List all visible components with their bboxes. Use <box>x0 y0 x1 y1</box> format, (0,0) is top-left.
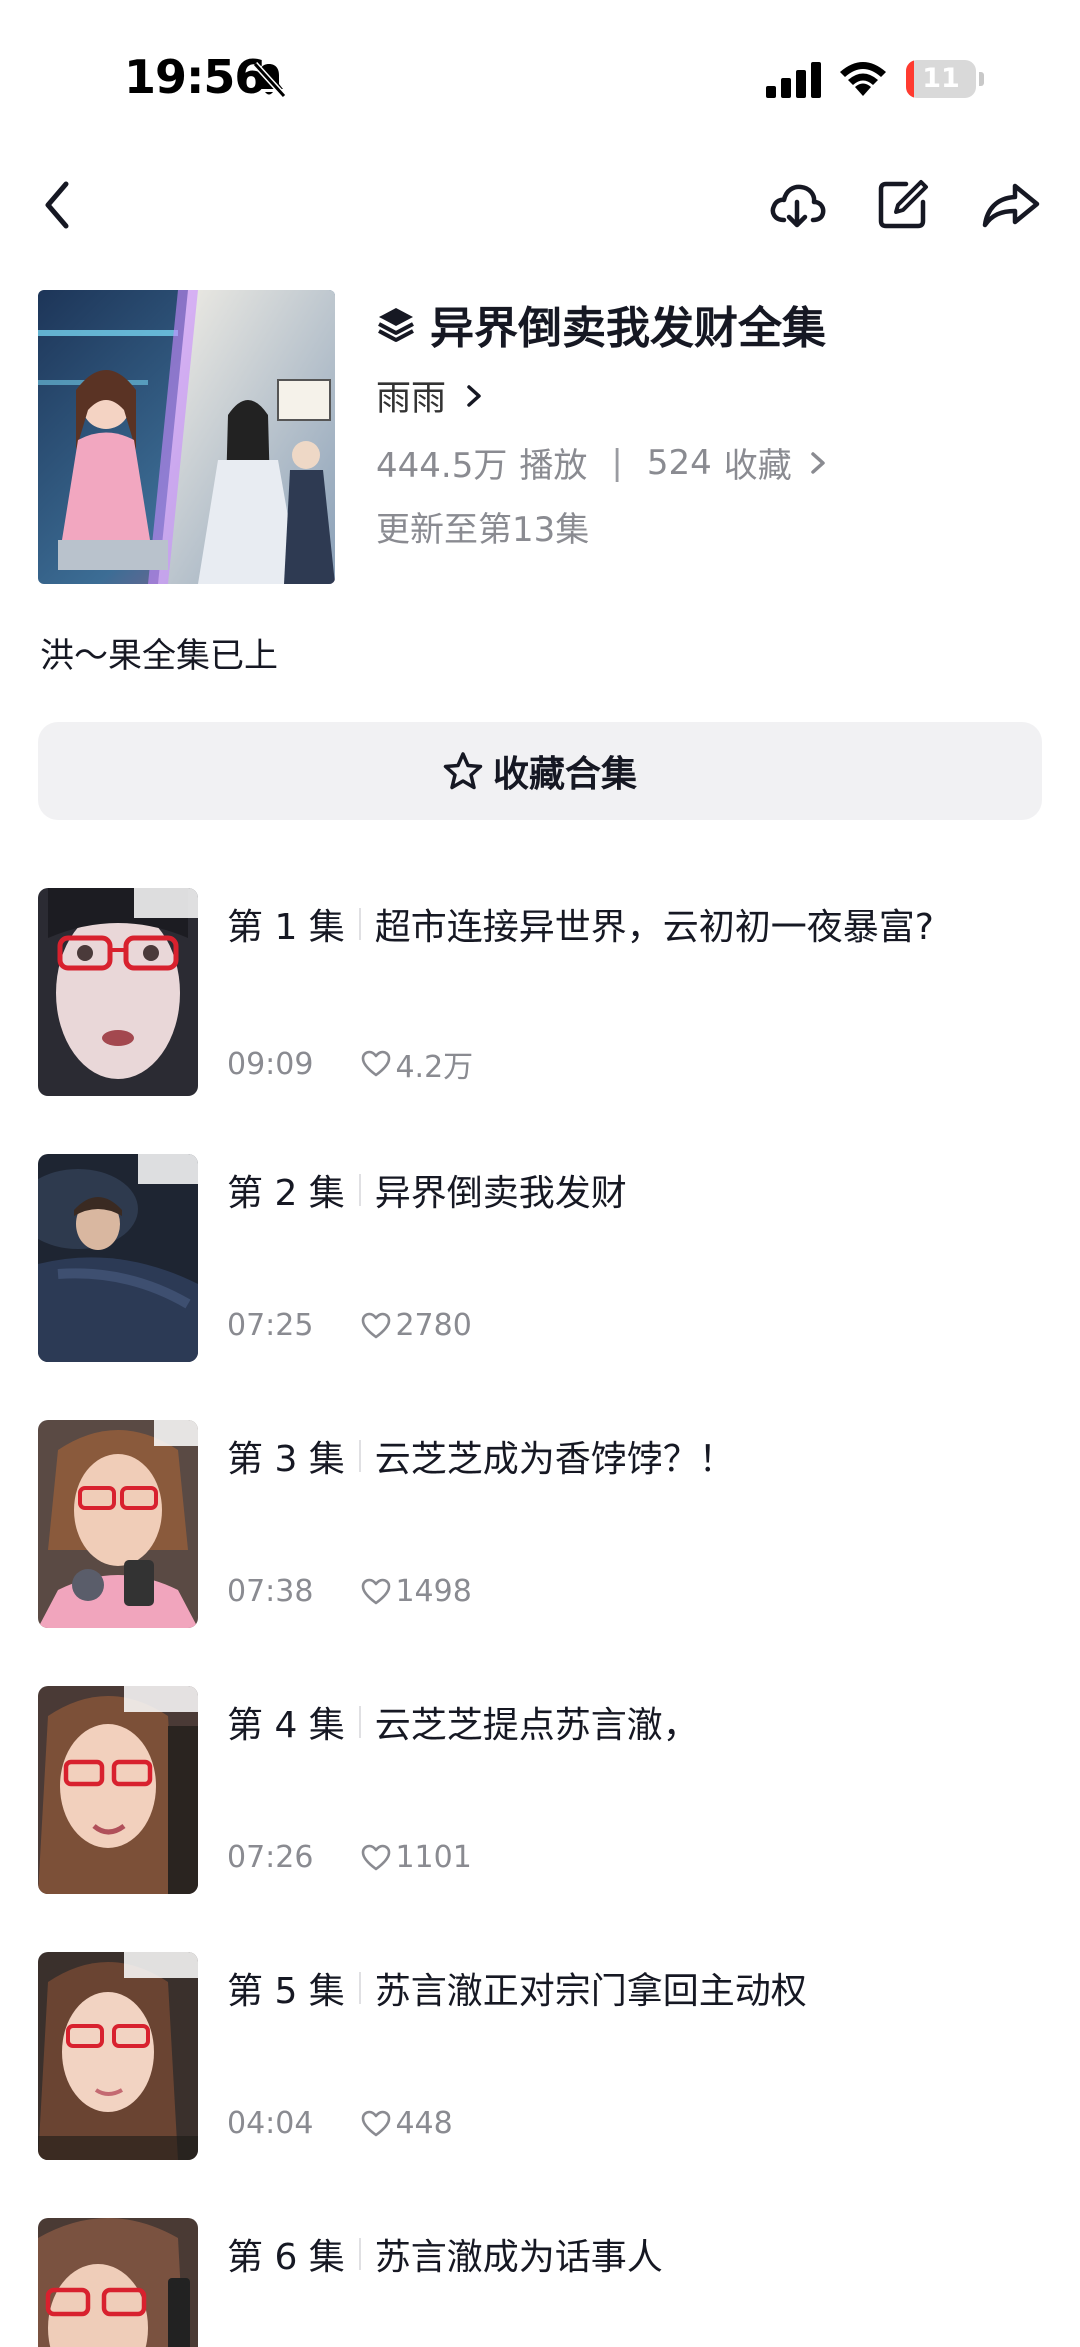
episode-duration: 09:09 <box>227 1046 314 1082</box>
episode-thumbnail <box>38 1952 198 2160</box>
episode-title: 云芝芝提点苏言澈， <box>374 1705 699 1746</box>
episode-title: 云芝芝成为香饽饽？！ <box>374 1439 735 1480</box>
layers-icon <box>378 308 414 342</box>
heart-icon <box>362 1312 391 1338</box>
chevron-right-icon <box>467 384 481 407</box>
episode-likes: 448 <box>395 2106 453 2141</box>
share-button[interactable] <box>976 170 1046 240</box>
episode-separator <box>358 1706 361 1738</box>
episode-title: 苏言澈正对宗门拿回主动权 <box>374 1971 807 2012</box>
share-icon <box>982 183 1040 228</box>
episode-duration: 07:38 <box>227 1574 314 1609</box>
episode-thumbnail <box>38 1154 198 1362</box>
episode-meta: 07:25 2780 <box>227 1308 472 1343</box>
edit-button[interactable] <box>868 170 938 240</box>
collection-cover-image[interactable] <box>38 290 335 584</box>
stats-divider: | <box>611 442 623 483</box>
episode-number: 第 5 集 <box>227 1971 345 2012</box>
cloud-download-icon <box>770 184 826 228</box>
episode-title: 超市连接异世界，云初初一夜暴富? <box>374 907 934 948</box>
episode-number: 第 6 集 <box>227 2237 345 2278</box>
episode-duration: 04:04 <box>227 2106 314 2141</box>
heart-icon <box>362 1050 391 1077</box>
back-button[interactable] <box>22 170 92 240</box>
play-count: 444.5万 <box>376 446 508 486</box>
collection-title-row: 异界倒卖我发财全集 <box>376 292 826 356</box>
heart-icon <box>362 1844 391 1870</box>
episode-title-row: 第 4 集 云芝芝提点苏言澈， <box>227 1696 699 1748</box>
episode-thumbnail <box>38 888 198 1096</box>
episode-duration: 07:25 <box>227 1308 314 1343</box>
episode-separator <box>358 1174 361 1206</box>
episode-meta: 04:04 448 <box>227 2106 453 2141</box>
download-button[interactable] <box>762 170 832 240</box>
episode-title-row: 第 1 集 超市连接异世界，云初初一夜暴富? <box>227 898 934 950</box>
episode-likes: 1101 <box>395 1840 472 1875</box>
episode-thumbnail <box>38 1686 198 1894</box>
episode-likes: 1498 <box>395 1574 472 1609</box>
episode-meta: 07:38 1498 <box>227 1574 472 1609</box>
episode-title-row: 第 2 集 异界倒卖我发财 <box>227 1164 627 1216</box>
collection-page: 19:56 11 异界倒卖我发财全集 雨雨 444.5万 播放 | 524 收藏… <box>0 0 1080 2347</box>
episode-title-row: 第 6 集 苏言澈成为话事人 <box>227 2228 663 2280</box>
episode-separator <box>358 2238 361 2270</box>
heart-icon <box>362 1578 391 1604</box>
episode-thumbnail <box>38 2218 198 2347</box>
collect-collection-button[interactable]: 收藏合集 <box>38 722 1042 820</box>
episode-number: 第 1 集 <box>227 907 345 948</box>
episode-item[interactable]: 第 3 集 云芝芝成为香饽饽？！ 07:38 1498 <box>0 1420 1080 1630</box>
episode-item[interactable]: 第 5 集 苏言澈正对宗门拿回主动权 04:04 448 <box>0 1952 1080 2162</box>
cellular-signal-icon <box>766 62 821 98</box>
episode-item[interactable]: 第 2 集 异界倒卖我发财 07:25 2780 <box>0 1154 1080 1364</box>
collection-stats: 444.5万 播放 | 524 收藏 <box>376 438 830 487</box>
update-status: 更新至第13集 <box>376 510 590 550</box>
status-bar: 19:56 11 <box>0 0 1080 150</box>
author-name: 雨雨 <box>376 379 447 419</box>
episode-meta: 07:26 1101 <box>227 1840 472 1875</box>
chevron-right-icon[interactable] <box>806 448 830 478</box>
episode-title: 苏言澈成为话事人 <box>374 2237 663 2278</box>
status-time: 19:56 <box>124 50 266 104</box>
episode-number: 第 2 集 <box>227 1173 345 1214</box>
play-count-label: 播放 <box>519 446 588 486</box>
edit-icon <box>878 180 928 229</box>
episode-title-row: 第 3 集 云芝芝成为香饽饽？！ <box>227 1430 735 1482</box>
episode-likes: 2780 <box>395 1308 472 1343</box>
episode-likes: 4.2万 <box>395 1050 474 1085</box>
episode-separator <box>358 1972 361 2004</box>
battery-icon: 11 <box>906 60 976 98</box>
episode-item[interactable]: 第 6 集 苏言澈成为话事人 <box>0 2218 1080 2347</box>
collection-description: 洪～果全集已上 <box>40 636 278 676</box>
collection-title: 异界倒卖我发财全集 <box>430 303 826 354</box>
bell-slash-icon <box>252 61 287 99</box>
chevron-left-icon <box>45 181 69 229</box>
battery-level: 11 <box>922 63 960 94</box>
collect-button-label: 收藏合集 <box>492 754 637 795</box>
episode-meta: 09:09 4.2万 <box>227 1042 473 1086</box>
episode-duration: 07:26 <box>227 1840 314 1875</box>
episode-title: 异界倒卖我发财 <box>374 1173 627 1214</box>
episode-number: 第 3 集 <box>227 1439 345 1480</box>
episode-title-row: 第 5 集 苏言澈正对宗门拿回主动权 <box>227 1962 807 2014</box>
heart-icon <box>362 2110 391 2136</box>
battery-cap <box>979 72 984 86</box>
episode-separator <box>358 908 361 940</box>
star-icon <box>443 752 483 790</box>
wifi-icon <box>840 62 886 96</box>
episode-thumbnail <box>38 1420 198 1628</box>
episode-number: 第 4 集 <box>227 1705 345 1746</box>
favorite-count[interactable]: 524 <box>647 443 712 483</box>
author-link[interactable]: 雨雨 <box>376 370 486 421</box>
episode-separator <box>358 1440 361 1472</box>
cover-artwork <box>38 290 335 584</box>
favorite-count-label[interactable]: 收藏 <box>724 438 792 487</box>
episode-item[interactable]: 第 1 集 超市连接异世界，云初初一夜暴富? 09:09 4.2万 <box>0 888 1080 1098</box>
episode-item[interactable]: 第 4 集 云芝芝提点苏言澈， 07:26 1101 <box>0 1686 1080 1896</box>
